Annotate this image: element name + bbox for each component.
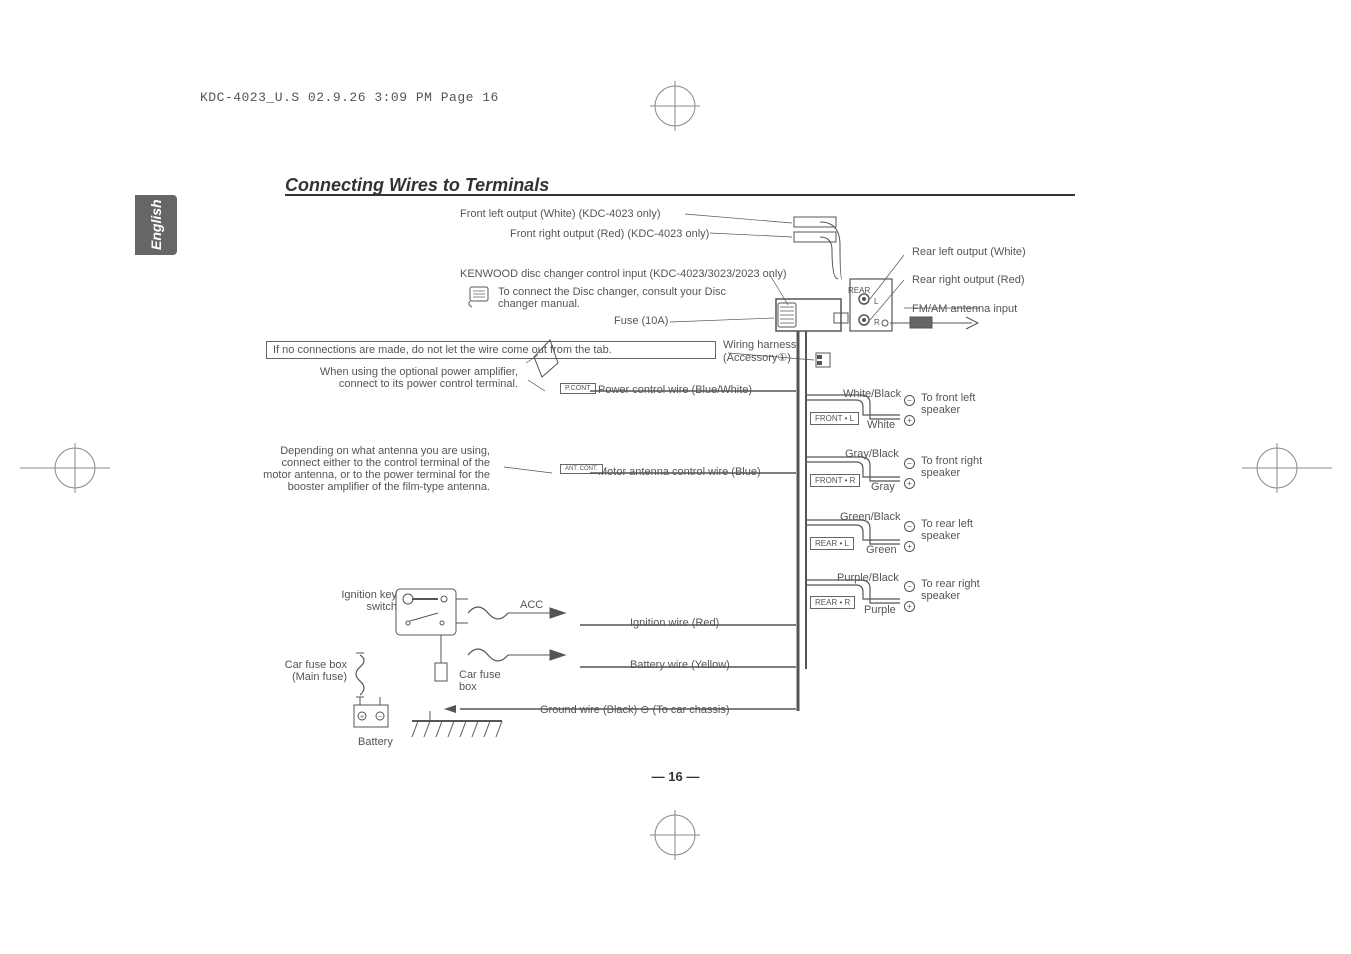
antenna-plug bbox=[910, 317, 978, 329]
ignition-switch-icon bbox=[396, 589, 456, 635]
car-fuse-box-icon bbox=[435, 635, 447, 681]
car-fuse-box-main-icon bbox=[356, 653, 364, 697]
page-number: — 16 — bbox=[0, 769, 1351, 784]
front-output-connectors bbox=[794, 217, 842, 279]
svg-text:+: + bbox=[360, 714, 364, 721]
caution-icon bbox=[469, 287, 488, 307]
page-title: Connecting Wires to Terminals bbox=[285, 175, 549, 196]
battery-icon: + − bbox=[354, 705, 388, 727]
svg-text:−: − bbox=[378, 714, 382, 721]
header-print-note: KDC-4023_U.S 02.9.26 3:09 PM Page 16 bbox=[200, 90, 499, 105]
harness-connector-icon bbox=[728, 353, 830, 367]
crop-mark-right bbox=[1242, 443, 1292, 493]
crop-mark-left bbox=[20, 443, 70, 493]
wiring-diagram: + − bbox=[180, 195, 1080, 775]
crop-mark-top bbox=[650, 81, 700, 131]
language-tab: English bbox=[135, 195, 177, 255]
acc-fuse-icon bbox=[456, 599, 565, 661]
chassis-ground-icon bbox=[412, 711, 502, 737]
head-unit-icon bbox=[776, 279, 892, 331]
crop-mark-bottom bbox=[650, 810, 700, 860]
